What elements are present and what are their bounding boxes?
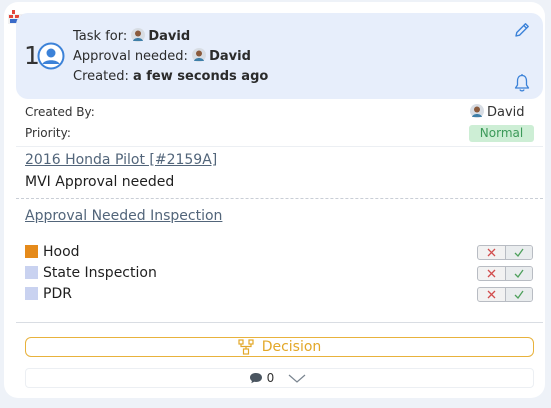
task-header: 1 Task for: David Approval needed: David… bbox=[16, 13, 543, 99]
chevron-down-icon bbox=[288, 374, 306, 383]
comment-icon bbox=[249, 373, 262, 384]
check-icon bbox=[514, 269, 524, 278]
approval-name[interactable]: David bbox=[209, 49, 251, 64]
task-info: Task for: David Approval needed: David C… bbox=[73, 27, 268, 87]
approve-reject-state bbox=[477, 266, 533, 281]
avatar bbox=[131, 28, 146, 42]
inspection-item-label: Hood bbox=[43, 244, 80, 260]
bell-icon[interactable] bbox=[513, 73, 531, 93]
task-for-line: Task for: David bbox=[73, 27, 268, 47]
created-by-name-text: David bbox=[487, 105, 525, 120]
inspection-item-label: State Inspection bbox=[43, 265, 157, 281]
vehicle-note: MVI Approval needed bbox=[25, 174, 175, 190]
divider bbox=[16, 322, 543, 323]
vehicle-link[interactable]: 2016 Honda Pilot [#2159A] bbox=[25, 152, 217, 168]
approve-reject-hood bbox=[477, 245, 533, 260]
inspection-item-state: State Inspection bbox=[25, 264, 157, 282]
inspection-item-label: PDR bbox=[43, 286, 72, 302]
approve-button[interactable] bbox=[505, 246, 532, 259]
user-icon bbox=[37, 42, 65, 70]
created-line: Created: a few seconds ago bbox=[73, 67, 268, 87]
inspection-item-hood: Hood bbox=[25, 243, 80, 261]
check-icon bbox=[514, 248, 524, 257]
decision-button[interactable]: Decision bbox=[25, 337, 534, 357]
color-swatch bbox=[25, 287, 38, 300]
task-card: 1 Task for: David Approval needed: David… bbox=[4, 2, 545, 398]
task-for-name[interactable]: David bbox=[148, 29, 190, 44]
task-for-label: Task for: bbox=[73, 29, 128, 44]
comments-toggle[interactable]: 0 bbox=[25, 368, 534, 388]
reject-button[interactable] bbox=[478, 288, 506, 301]
reject-button[interactable] bbox=[478, 246, 506, 259]
created-by-label: Created By: bbox=[25, 105, 95, 119]
color-swatch bbox=[25, 266, 38, 279]
avatar bbox=[470, 104, 484, 118]
created-by-name[interactable]: David bbox=[470, 104, 525, 120]
inspection-link[interactable]: Approval Needed Inspection bbox=[25, 208, 222, 224]
approve-button[interactable] bbox=[505, 267, 532, 280]
close-icon bbox=[487, 269, 496, 278]
dashed-divider bbox=[16, 198, 543, 199]
approve-reject-pdr bbox=[477, 287, 533, 302]
comment-count: 0 bbox=[266, 371, 275, 385]
close-icon bbox=[487, 290, 496, 299]
color-swatch bbox=[25, 245, 38, 258]
priority-label: Priority: bbox=[25, 126, 71, 140]
check-icon bbox=[514, 290, 524, 299]
created-value: a few seconds ago bbox=[132, 69, 269, 84]
approval-line: Approval needed: David bbox=[73, 47, 268, 67]
avatar bbox=[192, 48, 207, 62]
created-label: Created: bbox=[73, 69, 129, 84]
inspection-item-pdr: PDR bbox=[25, 285, 72, 303]
divider bbox=[16, 146, 543, 147]
reject-button[interactable] bbox=[478, 267, 506, 280]
pencil-icon[interactable] bbox=[513, 21, 531, 39]
approval-label: Approval needed: bbox=[73, 49, 188, 64]
close-icon bbox=[487, 248, 496, 257]
decision-icon bbox=[238, 339, 254, 355]
priority-badge: Normal bbox=[469, 125, 534, 142]
decision-label: Decision bbox=[261, 339, 322, 355]
approve-button[interactable] bbox=[505, 288, 532, 301]
